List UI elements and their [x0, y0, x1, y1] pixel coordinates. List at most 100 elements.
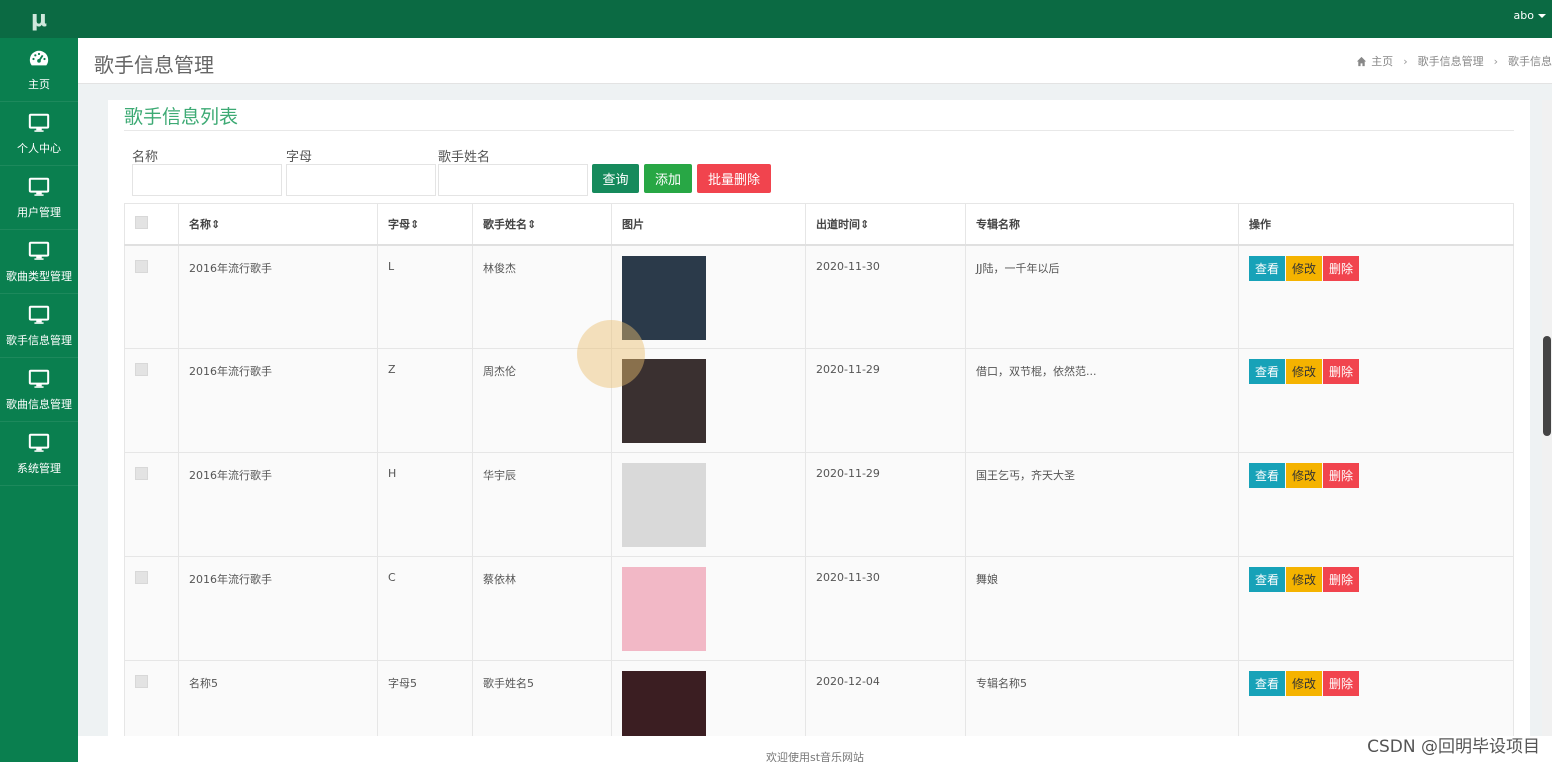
footer-text: 欢迎使用st音乐网站	[765, 751, 865, 762]
footer: 欢迎使用st音乐网站	[78, 736, 1552, 762]
watermark: CSDN @回明毕设项目	[1367, 737, 1540, 757]
row-checkbox[interactable]	[135, 363, 148, 376]
header-singer[interactable]: 歌手姓名⇕	[472, 203, 612, 246]
view-button[interactable]: 查看	[1249, 255, 1286, 281]
table-body: 2016年流行歌手 L 林俊杰 2020-11-30 JJ陆，一千年以后 查看 修改 删除 20…	[124, 244, 1514, 740]
header-letter[interactable]: 字母⇕	[377, 203, 473, 246]
header-debut[interactable]: 出道时间⇕	[805, 203, 966, 246]
view-button[interactable]: 查看	[1249, 671, 1286, 696]
sidebar-item-4[interactable]: 歌手信息管理	[0, 294, 78, 358]
cell-ops: 查看 修改 删除	[1238, 660, 1514, 740]
edit-button[interactable]: 修改	[1286, 671, 1323, 696]
cell-singer: 蔡依林	[472, 556, 612, 661]
singer-photo[interactable]	[622, 255, 706, 340]
sidebar-item-2[interactable]: 用户管理	[0, 166, 78, 230]
cell-select	[124, 348, 179, 453]
singer-photo[interactable]	[622, 567, 706, 651]
monitor-icon	[28, 177, 50, 196]
add-button[interactable]: 添加	[644, 164, 692, 193]
sidebar-item-5[interactable]: 歌曲信息管理	[0, 358, 78, 422]
breadcrumb-separator: ›	[1403, 54, 1408, 68]
view-button[interactable]: 查看	[1249, 359, 1286, 384]
cell-singer: 歌手姓名5	[472, 660, 612, 740]
sidebar-item-label: 系统管理	[17, 461, 61, 475]
cell-debut: 2020-11-30	[805, 556, 966, 661]
cell-debut: 2020-12-04	[805, 660, 966, 740]
singer-photo[interactable]	[622, 359, 706, 443]
content-panel: 歌手信息列表 名称 字母 歌手姓名 查询 添加 批量删除 名称⇕ 字母⇕ 歌手姓…	[108, 100, 1530, 740]
delete-button[interactable]: 删除	[1323, 359, 1360, 384]
row-actions: 查看 修改 删除	[1249, 463, 1503, 488]
scrollbar-thumb[interactable]	[1543, 336, 1551, 436]
edit-button[interactable]: 修改	[1286, 567, 1323, 592]
batch-delete-button[interactable]: 批量删除	[697, 164, 771, 193]
user-menu[interactable]: abo	[1514, 9, 1546, 22]
view-button[interactable]: 查看	[1249, 463, 1286, 488]
edit-button[interactable]: 修改	[1286, 255, 1323, 281]
row-checkbox[interactable]	[135, 467, 148, 480]
sidebar-item-label: 歌手信息管理	[6, 333, 72, 347]
sidebar-item-3[interactable]: 歌曲类型管理	[0, 230, 78, 294]
cell-letter: L	[377, 244, 473, 349]
edit-button[interactable]: 修改	[1286, 359, 1323, 384]
breadcrumb: 主页 › 歌手信息管理 › 歌手信息	[1356, 53, 1552, 69]
breadcrumb-module[interactable]: 歌手信息管理	[1418, 53, 1484, 69]
header-name[interactable]: 名称⇕	[178, 203, 378, 246]
cell-letter: 字母5	[377, 660, 473, 740]
sidebar-item-6[interactable]: 系统管理	[0, 422, 78, 486]
sidebar-item-label: 歌曲类型管理	[6, 269, 72, 283]
cell-select	[124, 452, 179, 557]
row-checkbox[interactable]	[135, 571, 148, 584]
delete-button[interactable]: 删除	[1323, 255, 1360, 281]
table-row: 名称5 字母5 歌手姓名5 2020-12-04 专辑名称5 查看 修改 删除	[124, 660, 1514, 740]
panel-title: 歌手信息列表	[124, 106, 239, 128]
cell-image	[611, 452, 806, 557]
user-name: abo	[1513, 9, 1534, 22]
sidebar-item-1[interactable]: 个人中心	[0, 102, 78, 166]
search-singer-input[interactable]	[438, 164, 588, 196]
cell-singer: 林俊杰	[472, 244, 612, 349]
cell-select	[124, 556, 179, 661]
search-letter-input[interactable]	[286, 164, 436, 196]
panel-divider	[124, 130, 1514, 131]
cell-select	[124, 244, 179, 349]
row-checkbox[interactable]	[135, 675, 148, 688]
delete-button[interactable]: 删除	[1323, 671, 1360, 696]
header-ops: 操作	[1238, 203, 1514, 246]
singer-photo[interactable]	[622, 671, 706, 740]
cell-letter: Z	[377, 348, 473, 453]
cell-image	[611, 556, 806, 661]
sidebar-item-0[interactable]: 主页	[0, 38, 78, 102]
view-button[interactable]: 查看	[1249, 567, 1286, 592]
cell-image	[611, 244, 806, 349]
cell-letter: H	[377, 452, 473, 557]
search-singer-label: 歌手姓名	[438, 150, 491, 165]
row-actions: 查看 修改 删除	[1249, 671, 1503, 696]
breadcrumb-home[interactable]: 主页	[1371, 53, 1393, 69]
monitor-icon	[28, 433, 50, 452]
header-select-all	[124, 203, 179, 246]
select-all-checkbox[interactable]	[135, 215, 148, 229]
search-letter-label: 字母	[286, 150, 313, 165]
row-actions: 查看 修改 删除	[1249, 359, 1503, 384]
table-row: 2016年流行歌手 C 蔡依林 2020-11-30 舞娘 查看 修改 删除	[124, 556, 1514, 661]
delete-button[interactable]: 删除	[1323, 463, 1360, 488]
search-name-input[interactable]	[132, 164, 282, 196]
monitor-icon	[28, 241, 50, 260]
delete-button[interactable]: 删除	[1323, 567, 1360, 592]
cell-debut: 2020-11-29	[805, 452, 966, 557]
cell-name: 名称5	[178, 660, 378, 740]
scrollbar[interactable]	[1542, 100, 1552, 736]
singer-photo[interactable]	[622, 463, 706, 547]
query-button[interactable]: 查询	[592, 164, 639, 193]
sidebar-item-label: 用户管理	[17, 205, 61, 219]
search-name-field: 名称	[132, 146, 282, 196]
monitor-icon	[28, 113, 50, 132]
app-logo[interactable]: μ	[0, 0, 78, 38]
cell-album: 专辑名称5	[965, 660, 1239, 740]
monitor-icon	[28, 305, 50, 324]
search-name-label: 名称	[132, 150, 159, 165]
search-letter-field: 字母	[286, 146, 436, 196]
row-checkbox[interactable]	[135, 259, 148, 273]
edit-button[interactable]: 修改	[1286, 463, 1323, 488]
